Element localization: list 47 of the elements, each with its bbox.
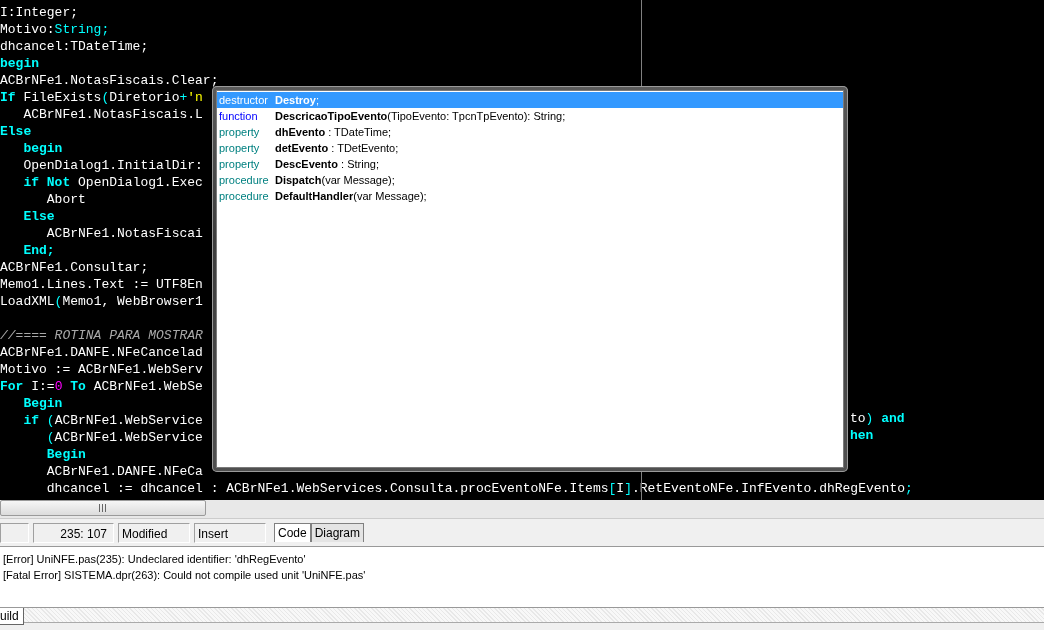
- completion-item[interactable]: procedure DefaultHandler(var Message);: [217, 188, 843, 204]
- code-line: For I:=0 To ACBrNFe1.WebSe: [0, 379, 203, 394]
- code-line: Motivo := ACBrNFe1.WebServ: [0, 362, 203, 377]
- code-line: Motivo:String;: [0, 22, 110, 37]
- code-line: begin: [0, 56, 39, 71]
- code-line: Begin: [45, 447, 86, 462]
- code-line: OpenDialog1.InitialDir:: [22, 158, 203, 173]
- code-line: Begin: [22, 396, 63, 411]
- code-line: ACBrNFe1.DANFE.NFeCa: [45, 464, 203, 479]
- code-line: ACBrNFe1.Consultar;: [0, 260, 149, 275]
- insert-mode: Insert: [194, 522, 266, 543]
- code-line: ACBrNFe1.NotasFiscais.L: [22, 107, 203, 122]
- code-line: hen: [850, 427, 874, 444]
- code-line: Else: [22, 209, 55, 224]
- error-message[interactable]: [Error] UniNFE.pas(235): Undeclared identifier: 'dhRegEvento': [3, 551, 1044, 567]
- scrollbar-thumb-grip-icon: [98, 504, 108, 512]
- error-message[interactable]: [Fatal Error] SISTEMA.dpr(263): Could not compile used unit 'UniNFE.pas': [3, 567, 1044, 583]
- code-line: End;: [22, 243, 55, 258]
- view-tab[interactable]: Diagram: [310, 523, 365, 542]
- code-line: to) and: [850, 410, 905, 427]
- view-tab[interactable]: Code: [274, 523, 311, 542]
- cursor-position: 235: 107: [33, 522, 114, 543]
- modified-status: Modified: [118, 522, 190, 543]
- scrollbar[interactable]: [0, 500, 206, 516]
- code-line: ACBrNFe1.NotasFiscais.Clear;: [0, 73, 219, 88]
- code-line: if (ACBrNFe1.WebService: [22, 413, 203, 428]
- code-line: (ACBrNFe1.WebService: [45, 430, 203, 445]
- code-line: I:Integer;: [0, 5, 78, 20]
- code-line: ACBrNFe1.NotasFiscai: [45, 226, 203, 241]
- code-line: LoadXML(Memo1, WebBrowser1: [0, 294, 203, 309]
- code-line: Abort: [45, 192, 86, 207]
- code-line: If FileExists(Diretorio+'n: [0, 90, 203, 105]
- status-cell: [0, 522, 29, 543]
- completion-item[interactable]: function DescricaoTipoEvento(TipoEvento: TpcnTpEvento): String;: [217, 108, 843, 124]
- code-line: dhcancel:TDateTime;: [0, 39, 149, 54]
- code-line: dhcancel := dhcancel : ACBrNFe1.WebServices.Consulta.procEventoNFe.Items[I].RetEventoNFe.InfEvento.dhRegEvento;: [45, 481, 913, 496]
- code-line: //==== ROTINA PARA MOSTRAR: [0, 328, 203, 343]
- code-line: Else: [0, 124, 32, 139]
- completion-item[interactable]: property DescEvento : String;: [217, 156, 843, 172]
- code-line: ACBrNFe1.DANFE.NFeCancelad: [0, 345, 203, 360]
- completion-item[interactable]: procedure Dispatch(var Message);: [217, 172, 843, 188]
- code-line: if Not OpenDialog1.Exec: [22, 175, 203, 190]
- build-tab[interactable]: uild: [0, 608, 24, 625]
- code-line: begin: [22, 141, 63, 156]
- completion-item[interactable]: property detEvento : TDetEvento;: [217, 140, 843, 156]
- code-line: Memo1.Lines.Text := UTF8En: [0, 277, 203, 292]
- completion-item[interactable]: property dhEvento : TDateTime;: [217, 124, 843, 140]
